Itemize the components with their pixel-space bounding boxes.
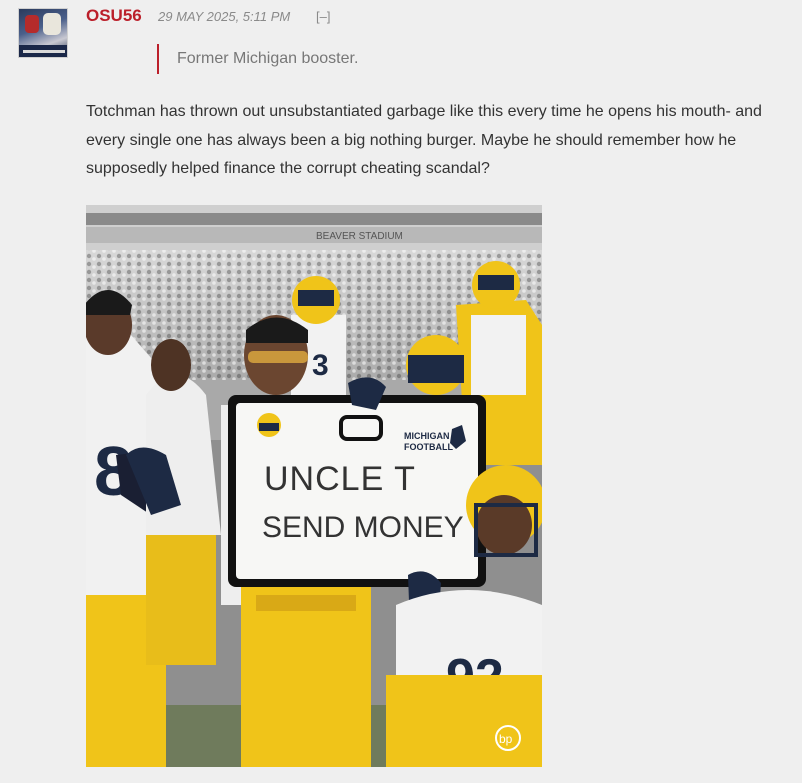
jersey-mid: 3 [312,349,329,382]
avatar[interactable] [18,8,68,58]
sign-line2: SEND MONEY [262,511,464,544]
photo-watermark: bp [499,732,513,746]
comment-body: Totchman has thrown out unsubstantiated … [86,103,762,177]
blockquote: Former Michigan booster. [157,44,358,74]
comment: OSU56 29 MAY 2025, 5:11 PM [–] Former Mi… [0,0,802,783]
comment-image[interactable]: BEAVER STADIUM 8 3 MICHIGAN FOOTBALL UNC… [86,205,542,767]
sign-line1: UNCLE T [264,460,416,498]
stadium-banner: BEAVER STADIUM [316,231,403,242]
comment-username[interactable]: OSU56 [86,6,142,26]
sign-brand-line1: MICHIGAN [404,431,450,441]
comment-timestamp: 29 MAY 2025, 5:11 PM [158,9,291,24]
team-photo: BEAVER STADIUM 8 3 MICHIGAN FOOTBALL UNC… [86,205,542,767]
collapse-toggle[interactable]: [–] [316,9,330,24]
quote-text: Former Michigan booster. [177,50,359,67]
sign-brand-line2: FOOTBALL [404,442,453,452]
